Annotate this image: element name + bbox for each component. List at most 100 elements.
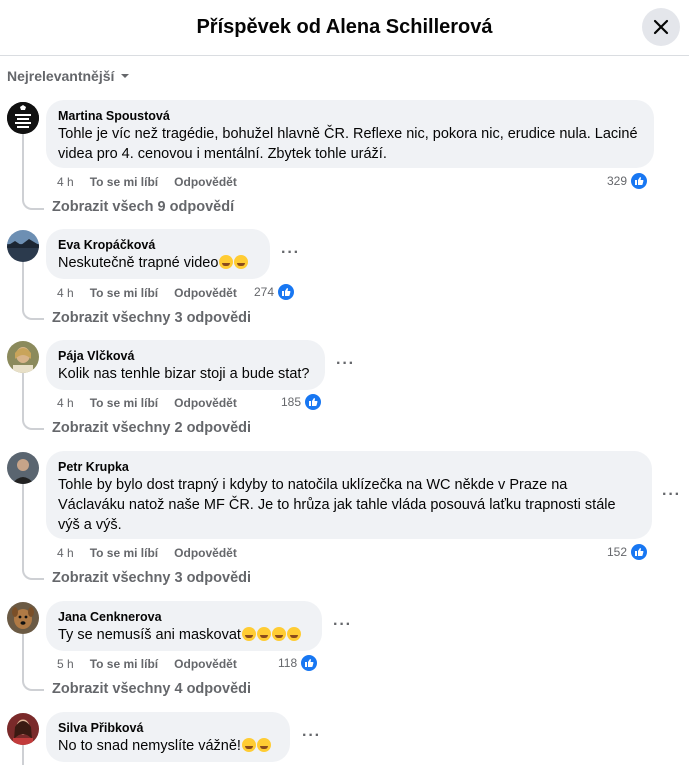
comment-bubble: Pája Vlčková Kolik nas tenhle bizar stoj… <box>46 340 325 390</box>
dialog-title: Příspěvek od Alena Schillerová <box>196 16 493 38</box>
reaction-count[interactable]: 185 <box>281 393 323 411</box>
man-avatar <box>7 452 39 484</box>
thread-line <box>22 372 24 418</box>
reply-button[interactable]: Odpovědět <box>174 175 237 189</box>
comment-time[interactable]: 4 h <box>57 546 74 560</box>
avatar[interactable] <box>7 713 39 745</box>
dialog-header: Příspěvek od Alena Schillerová <box>0 0 689 56</box>
comment-actions: 4 h To se mi líbí Odpovědět <box>57 286 237 300</box>
reply-button[interactable]: Odpovědět <box>174 396 237 410</box>
woman-avatar <box>7 341 39 373</box>
like-count: 274 <box>254 285 275 299</box>
dog-avatar <box>7 602 39 634</box>
like-reaction-icon <box>304 393 323 411</box>
thread-connector <box>22 416 44 430</box>
like-button[interactable]: To se mi líbí <box>90 396 158 410</box>
reply-button[interactable]: Odpovědět <box>174 657 237 671</box>
more-options-button[interactable]: ··· <box>333 616 352 634</box>
like-reaction-icon <box>300 654 319 672</box>
like-count: 329 <box>607 174 628 188</box>
comment-author[interactable]: Eva Kropáčková <box>58 237 258 253</box>
comment-text-line: Tohle je víc než tragédie, bohužel hlavn… <box>58 126 638 142</box>
reaction-count[interactable]: 118 <box>278 654 319 672</box>
like-reaction-icon <box>277 283 296 301</box>
comment-author[interactable]: Pája Vlčková <box>58 348 313 364</box>
emoji-icon <box>256 738 271 752</box>
close-button[interactable] <box>642 8 680 46</box>
like-button[interactable]: To se mi líbí <box>90 175 158 189</box>
like-count: 118 <box>278 656 298 670</box>
like-button[interactable]: To se mi líbí <box>90 657 158 671</box>
like-button[interactable]: To se mi líbí <box>90 286 158 300</box>
close-icon <box>653 19 669 35</box>
thread-line <box>22 484 24 568</box>
view-replies-link[interactable]: Zobrazit všechny 4 odpovědi <box>52 681 251 697</box>
comment-time[interactable]: 4 h <box>57 175 74 189</box>
emoji-icon <box>286 627 301 641</box>
comment-text-line: Neskutečně trapné video <box>58 255 219 271</box>
comment-text-line: Václaváku natož naše MF ČR. Je to hrůza … <box>58 497 616 513</box>
comment-text: No to snad nemyslíte vážně! <box>58 736 278 756</box>
comment-actions: 4 h To se mi líbí Odpovědět <box>57 175 237 189</box>
comment-time[interactable]: 4 h <box>57 396 74 410</box>
view-replies-link[interactable]: Zobrazit všechny 3 odpovědi <box>52 570 251 586</box>
woman-red-avatar <box>7 713 39 745</box>
more-options-button[interactable]: ··· <box>302 727 321 745</box>
thread-line <box>22 634 24 679</box>
comment-bubble: Eva Kropáčková Neskutečně trapné video <box>46 229 270 279</box>
comment-author[interactable]: Jana Cenknerova <box>58 609 310 625</box>
comment-bubble: Petr Krupka Tohle by bylo dost trapný i … <box>46 451 652 539</box>
comment-time[interactable]: 4 h <box>57 286 74 300</box>
thread-connector <box>22 566 44 580</box>
like-count: 152 <box>607 545 628 559</box>
emoji-icon <box>271 627 286 641</box>
comment-bubble: Jana Cenknerova Ty se nemusíš ani maskov… <box>46 601 322 651</box>
sort-dropdown[interactable]: Nejrelevantnější <box>7 68 130 84</box>
reaction-count[interactable]: 274 <box>254 283 296 301</box>
like-reaction-icon <box>630 172 649 190</box>
comment-author[interactable]: Martina Spoustová <box>58 108 642 124</box>
reply-button[interactable]: Odpovědět <box>174 546 237 560</box>
view-replies-link[interactable]: Zobrazit všechny 2 odpovědi <box>52 420 251 436</box>
landscape-avatar <box>7 230 39 262</box>
like-reaction-icon <box>630 543 649 561</box>
avatar[interactable] <box>7 602 39 634</box>
thread-line <box>22 745 24 765</box>
emoji-icon <box>234 255 249 269</box>
avatar[interactable] <box>7 341 39 373</box>
comment-author[interactable]: Silva Přibková <box>58 720 278 736</box>
comment-text-line: výš a výš. <box>58 517 122 533</box>
comment-text: Neskutečně trapné video <box>58 253 258 273</box>
caret-down-icon <box>121 74 130 78</box>
emoji-icon <box>219 255 234 269</box>
emoji-icon <box>241 738 256 752</box>
emoji-icon <box>256 627 271 641</box>
comment-actions: 4 h To se mi líbí Odpovědět <box>57 396 237 410</box>
comment-bubble: Martina Spoustová Tohle je víc než tragé… <box>46 100 654 168</box>
comment-text-line: Ty se nemusíš ani maskovat <box>58 627 241 643</box>
comment-actions: 5 h To se mi líbí Odpovědět <box>57 657 237 671</box>
comment-actions: 4 h To se mi líbí Odpovědět <box>57 546 237 560</box>
like-button[interactable]: To se mi líbí <box>90 546 158 560</box>
sort-label: Nejrelevantnější <box>7 68 115 84</box>
keep-calm-avatar <box>7 102 39 134</box>
reaction-count[interactable]: 152 <box>607 543 649 561</box>
more-options-button[interactable]: ··· <box>662 486 681 504</box>
avatar[interactable] <box>7 230 39 262</box>
view-replies-link[interactable]: Zobrazit všechny 3 odpovědi <box>52 310 251 326</box>
comment-text-line: No to snad nemyslíte vážně! <box>58 738 241 754</box>
more-options-button[interactable]: ··· <box>336 355 355 373</box>
like-count: 185 <box>281 395 302 409</box>
comment-time[interactable]: 5 h <box>57 657 74 671</box>
more-options-button[interactable]: ··· <box>281 244 300 262</box>
comment-text-line: videa pro 4. cenovou i mentální. Zbytek … <box>58 146 387 162</box>
thread-connector <box>22 196 44 210</box>
avatar[interactable] <box>7 102 39 134</box>
comment-text-line: Kolik nas tenhle bizar stoji a bude stat… <box>58 366 310 382</box>
comment-author[interactable]: Petr Krupka <box>58 459 640 475</box>
reply-button[interactable]: Odpovědět <box>174 286 237 300</box>
avatar[interactable] <box>7 452 39 484</box>
reaction-count[interactable]: 329 <box>607 172 649 190</box>
view-replies-link[interactable]: Zobrazit všech 9 odpovědí <box>52 199 234 215</box>
emoji-icon <box>241 627 256 641</box>
